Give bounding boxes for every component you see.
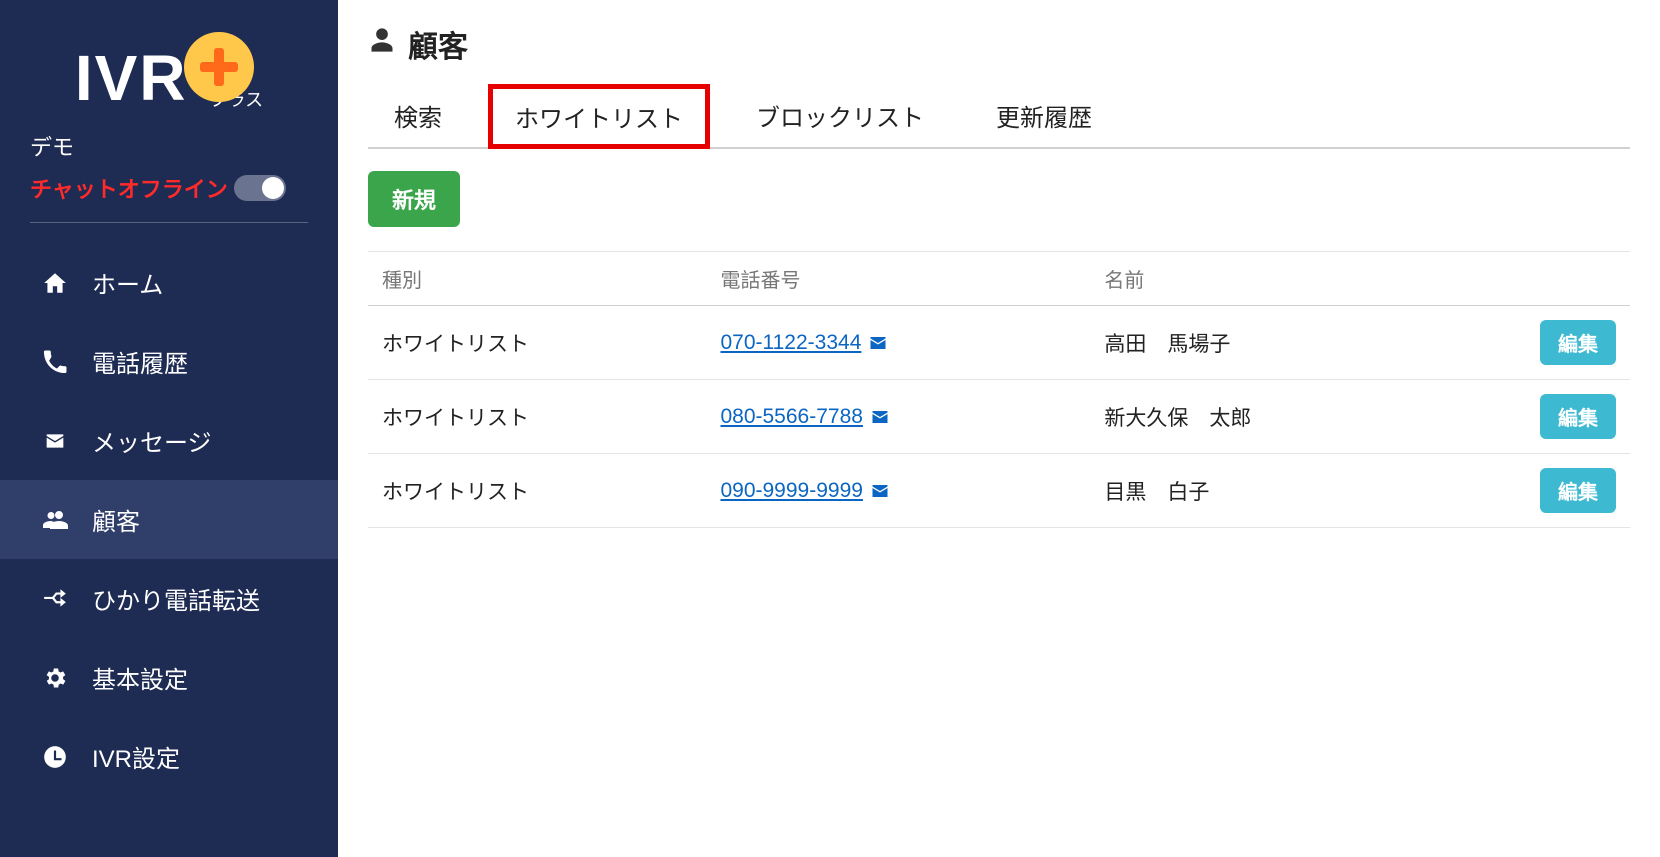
envelope-icon [40, 426, 70, 456]
edit-button[interactable]: 編集 [1540, 320, 1616, 365]
sidebar-item-home[interactable]: ホーム [0, 243, 338, 322]
customer-table: 種別 電話番号 名前 ホワイトリスト070-1122-3344高田 馬場子編集ホ… [368, 251, 1630, 528]
sidebar-item-label: ホーム [92, 265, 163, 300]
col-actions [1429, 252, 1630, 306]
cell-actions: 編集 [1429, 454, 1630, 528]
main-content: 顧客 検索 ホワイトリスト ブロックリスト 更新履歴 新規 種別 電話番号 名前… [338, 0, 1660, 857]
page-title: 顧客 [408, 22, 468, 66]
tab-whitelist[interactable]: ホワイトリスト [488, 84, 710, 149]
home-icon [40, 268, 70, 298]
cell-phone: 070-1122-3344 [706, 306, 1090, 380]
sidebar-item-label: IVR設定 [92, 739, 180, 774]
phone-icon [40, 347, 70, 377]
sidebar-item-calls[interactable]: 電話履歴 [0, 322, 338, 401]
chat-offline-row: チャットオフライン [0, 166, 338, 222]
sidebar-item-label: ひかり電話転送 [92, 581, 260, 616]
cell-phone: 090-9999-9999 [706, 454, 1090, 528]
sidebar-divider [30, 222, 308, 223]
shuffle-icon [40, 584, 70, 614]
sidebar: IVR プラス デモ チャットオフライン ホーム 電話履歴 メッセージ 顧客 [0, 0, 338, 857]
envelope-icon[interactable] [867, 334, 889, 352]
table-row: ホワイトリスト 090-9999-9999 目黒 白子 編集 [368, 454, 1630, 528]
phone-link[interactable]: 090-9999-9999 [720, 479, 862, 502]
cell-type: ホワイトリスト [368, 454, 706, 528]
users-icon [40, 505, 70, 535]
logo-text: IVR [75, 46, 188, 110]
cell-actions: 編集 [1429, 380, 1630, 454]
cell-name: 高田 馬場子 [1090, 306, 1428, 380]
chat-offline-toggle[interactable] [234, 175, 286, 201]
clock-icon [40, 742, 70, 772]
col-phone: 電話番号 [706, 252, 1090, 306]
col-name: 名前 [1090, 252, 1428, 306]
cell-type: ホワイトリスト [368, 306, 706, 380]
sidebar-item-forward[interactable]: ひかり電話転送 [0, 559, 338, 638]
sidebar-item-messages[interactable]: メッセージ [0, 401, 338, 480]
tab-search[interactable]: 検索 [368, 84, 468, 149]
plus-icon [184, 32, 254, 102]
cell-name: 新大久保 太郎 [1090, 380, 1428, 454]
cell-name: 目黒 白子 [1090, 454, 1428, 528]
phone-link[interactable]: 080-5566-7788 [720, 405, 862, 428]
chat-offline-text: チャットオフライン [30, 172, 228, 204]
phone-link[interactable]: 070-1122-3344 [720, 331, 861, 354]
edit-button[interactable]: 編集 [1540, 468, 1616, 513]
page-title-row: 顧客 [368, 22, 1630, 66]
envelope-icon[interactable] [869, 482, 891, 500]
sidebar-item-ivr[interactable]: IVR設定 [0, 717, 338, 796]
edit-button[interactable]: 編集 [1540, 394, 1616, 439]
col-type: 種別 [368, 252, 706, 306]
table-row: ホワイトリスト 080-5566-7788 新大久保 太郎 編集 [368, 380, 1630, 454]
sidebar-item-label: 顧客 [92, 502, 140, 537]
cell-actions: 編集 [1429, 306, 1630, 380]
tab-blocklist[interactable]: ブロックリスト [730, 84, 950, 149]
table-row: ホワイトリスト 070-1122-3344 高田 馬場子 編集 [368, 306, 1630, 380]
tabs: 検索 ホワイトリスト ブロックリスト 更新履歴 [368, 84, 1630, 149]
sidebar-item-settings[interactable]: 基本設定 [0, 638, 338, 717]
sidebar-item-customers[interactable]: 顧客 [0, 480, 338, 559]
gear-icon [40, 663, 70, 693]
demo-label: デモ [0, 124, 338, 166]
sidebar-item-label: メッセージ [92, 423, 212, 458]
envelope-icon[interactable] [869, 408, 891, 426]
user-icon [368, 26, 396, 62]
cell-phone: 080-5566-7788 [706, 380, 1090, 454]
cell-type: ホワイトリスト [368, 380, 706, 454]
new-button[interactable]: 新規 [368, 171, 460, 227]
tab-history[interactable]: 更新履歴 [970, 84, 1118, 149]
sidebar-item-label: 電話履歴 [92, 344, 188, 379]
sidebar-item-label: 基本設定 [92, 660, 188, 695]
logo: IVR プラス [0, 22, 338, 124]
